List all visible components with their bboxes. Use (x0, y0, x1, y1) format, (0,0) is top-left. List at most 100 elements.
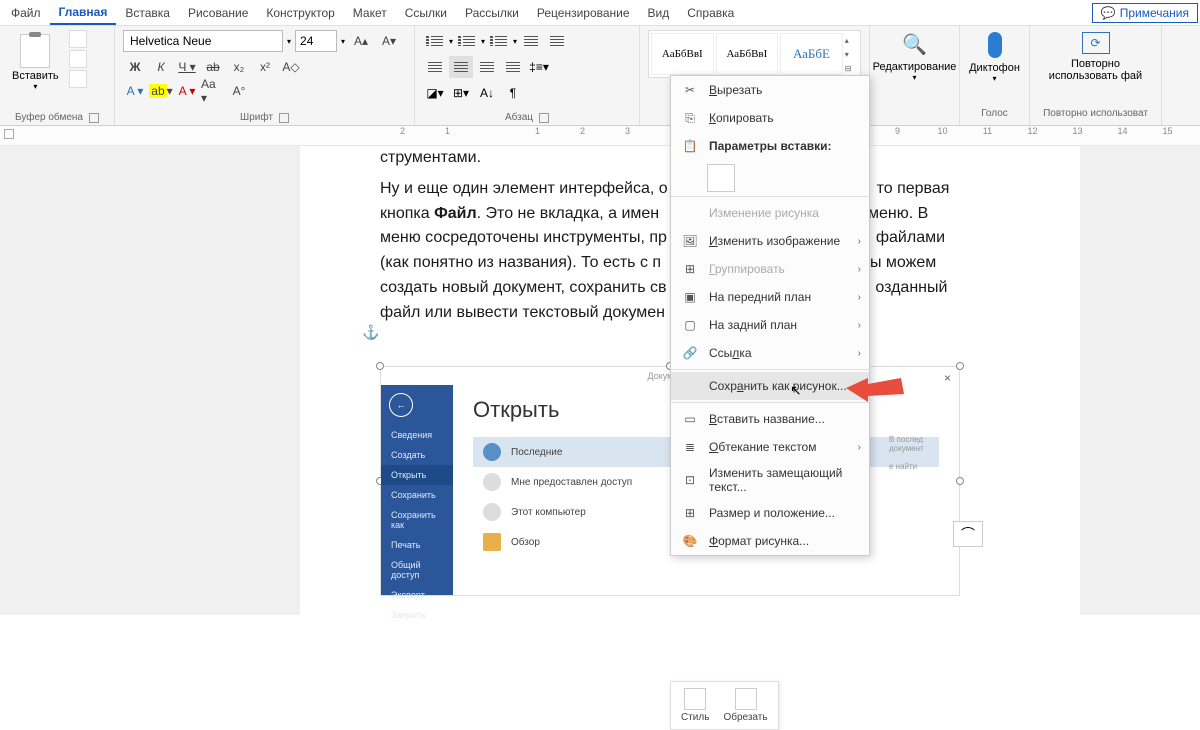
styles-gallery[interactable]: АаБбВвІ АаБбВвІ АаБбЕ ▴ ▾ ⊟ (648, 30, 861, 78)
tab-design[interactable]: Конструктор (257, 2, 343, 24)
selection-handle-nw[interactable] (376, 362, 384, 370)
cm-paste-option[interactable] (707, 164, 735, 192)
copy-button[interactable] (69, 50, 87, 68)
styles-more-icon[interactable]: ⊟ (845, 64, 858, 73)
tab-layout[interactable]: Макет (344, 2, 396, 24)
underline-button[interactable]: Ч ▾ (175, 56, 199, 78)
selection-handle-ne[interactable] (956, 362, 964, 370)
embedded-menu-print: Печать (381, 535, 453, 555)
cm-wrap-text[interactable]: ≣Обтекание текстом› (671, 433, 869, 461)
crop-button[interactable]: Обрезать (717, 686, 773, 725)
styles-up-icon[interactable]: ▴ (845, 36, 858, 45)
layout-options-button[interactable]: ⌒ (953, 521, 983, 547)
tab-insert[interactable]: Вставка (116, 2, 179, 24)
style-button[interactable]: Стиль (675, 686, 715, 725)
text-span: меню сосредоточены инструменты, пр (380, 229, 667, 246)
increase-indent-button[interactable] (545, 30, 569, 52)
text-span: меню. В (868, 205, 928, 222)
style-nospacing[interactable]: АаБбВвІ (716, 33, 779, 75)
paragraph-label: Абзац (505, 112, 533, 123)
comments-button[interactable]: 💬 Примечания (1092, 3, 1198, 23)
tab-draw[interactable]: Рисование (179, 2, 257, 24)
decrease-indent-button[interactable] (519, 30, 543, 52)
styles-down-icon[interactable]: ▾ (845, 50, 858, 59)
cm-change-image[interactable]: 🖼Изменить изображение› (671, 227, 869, 255)
cut-button[interactable] (69, 30, 87, 48)
style-heading1[interactable]: АаБбЕ (780, 33, 843, 75)
paragraph-dialog-launcher[interactable] (539, 113, 549, 123)
line-spacing-button[interactable]: ‡≡▾ (527, 56, 551, 78)
align-center-button[interactable] (449, 56, 473, 78)
superscript-button[interactable]: x² (253, 56, 277, 78)
justify-button[interactable] (501, 56, 525, 78)
borders-button[interactable]: ⊞▾ (449, 82, 473, 104)
highlight-button[interactable]: ab▾ (149, 80, 173, 102)
numbering-button[interactable] (455, 30, 479, 52)
multilevel-button[interactable] (487, 30, 511, 52)
text-span: кнопка (380, 205, 434, 222)
font-group: ▾ ▾ A▴ A▾ Ж К Ч ▾ ab x₂ x² A◇ A ▾ ab▾ A … (115, 26, 415, 125)
dictate-group: Диктофон ▾ Голос (960, 26, 1030, 125)
cm-size-position[interactable]: ⊞Размер и положение... (671, 499, 869, 527)
strikethrough-button[interactable]: ab (201, 56, 225, 78)
cm-send-back[interactable]: ▢На задний план› (671, 311, 869, 339)
tab-home[interactable]: Главная (50, 1, 117, 25)
text-effects-button[interactable]: A ▾ (123, 80, 147, 102)
text-span: Ну и еще один элемент интерфейса, о (380, 180, 668, 197)
dictate-label[interactable]: Диктофон (969, 62, 1020, 74)
shrink-font-button[interactable]: A▾ (377, 30, 401, 52)
mic-icon[interactable] (988, 32, 1002, 58)
shading-button[interactable]: ◪▾ (423, 82, 447, 104)
cm-copy[interactable]: ⎘Копировать (671, 104, 869, 132)
ribbon: Вставить ▾ Буфер обмена ▾ ▾ A▴ A▾ Ж К Ч … (0, 26, 1200, 126)
context-menu: ✂ВВырезатьырезать ⎘Копировать 📋Параметры… (670, 75, 870, 556)
subscript-button[interactable]: x₂ (227, 56, 251, 78)
font-dialog-launcher[interactable] (279, 113, 289, 123)
clipboard-dialog-launcher[interactable] (89, 113, 99, 123)
change-case-button[interactable]: Aa ▾ (201, 80, 225, 102)
italic-button[interactable]: К (149, 56, 173, 78)
bold-button[interactable]: Ж (123, 56, 147, 78)
font-size-select[interactable] (295, 30, 337, 52)
cm-insert-caption[interactable]: ▭Вставить название... (671, 405, 869, 433)
text-span: файл или вывести текстовый докумен (380, 304, 665, 321)
show-marks-button[interactable]: ¶ (501, 82, 525, 104)
reuse-icon[interactable]: ⟳ (1082, 32, 1110, 54)
cm-save-as-picture[interactable]: Сохранить как рисунок... (671, 372, 869, 400)
grow-font-button[interactable]: A▴ (349, 30, 373, 52)
tab-view[interactable]: Вид (639, 2, 679, 24)
find-icon[interactable]: 🔍 (902, 32, 927, 57)
cm-alt-text[interactable]: ⊡Изменить замещающий текст... (671, 461, 869, 499)
cm-format-picture[interactable]: 🎨Формат рисунка... (671, 527, 869, 555)
tab-selector[interactable] (4, 129, 14, 139)
char-shading-button[interactable]: A° (227, 80, 251, 102)
embedded-menu-info: Сведения (381, 425, 453, 445)
clear-format-button[interactable]: A◇ (279, 56, 303, 78)
align-right-button[interactable] (475, 56, 499, 78)
reuse-label[interactable]: Повторно использовать фай (1036, 58, 1155, 82)
text-span: (как понятно из названия). То есть с п (380, 254, 661, 271)
font-name-select[interactable] (123, 30, 283, 52)
anchor-icon[interactable]: ⚓ (362, 324, 379, 341)
editing-label[interactable]: Редактирование (873, 61, 957, 73)
horizontal-ruler[interactable]: 21 123 456 789 101112 131415 161718 (0, 126, 1200, 146)
format-painter-button[interactable] (69, 70, 87, 88)
tab-file[interactable]: Файл (2, 2, 50, 24)
style-normal[interactable]: АаБбВвІ (651, 33, 714, 75)
sort-button[interactable]: A↓ (475, 82, 499, 104)
comments-label: Примечания (1120, 6, 1189, 20)
tab-help[interactable]: Справка (678, 2, 743, 24)
cm-link[interactable]: 🔗Ссылка› (671, 339, 869, 367)
cm-cut[interactable]: ✂ВВырезатьырезать (671, 76, 869, 104)
caption-icon: ▭ (681, 410, 699, 428)
tab-mailings[interactable]: Рассылки (456, 2, 528, 24)
paste-button[interactable]: Вставить ▾ (8, 30, 63, 95)
align-left-button[interactable] (423, 56, 447, 78)
bring-front-icon: ▣ (681, 288, 699, 306)
embedded-menu-share: Общий доступ (381, 555, 453, 585)
tab-review[interactable]: Рецензирование (528, 2, 639, 24)
bullets-button[interactable] (423, 30, 447, 52)
tab-references[interactable]: Ссылки (396, 2, 456, 24)
cm-bring-front[interactable]: ▣На передний план› (671, 283, 869, 311)
font-color-button[interactable]: A ▾ (175, 80, 199, 102)
